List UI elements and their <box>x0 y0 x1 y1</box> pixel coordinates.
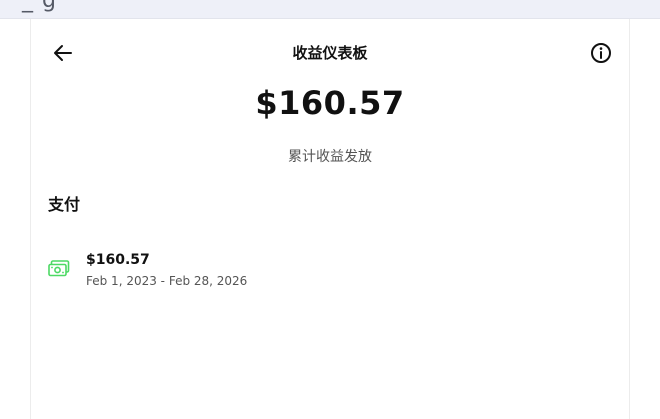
total-earnings-caption: 累计收益发放 <box>288 149 372 165</box>
info-button[interactable] <box>590 42 612 64</box>
page-title: 收益仪表板 <box>292 44 368 62</box>
payment-list-item[interactable]: $160.57 Feb 1, 2023 - Feb 28, 2026 <box>31 245 629 295</box>
earnings-card: 收益仪表板 $160.57 累计收益发放 支付 $160.57 Feb 1, 2… <box>30 19 630 419</box>
total-earnings-amount: $160.57 <box>255 84 405 122</box>
payments-heading: 支付 <box>48 195 81 214</box>
money-icon <box>48 260 70 277</box>
browser-partial-text: _ g <box>22 0 57 13</box>
info-circle-icon <box>591 43 611 63</box>
page-area: 收益仪表板 $160.57 累计收益发放 支付 $160.57 Feb 1, 2… <box>0 19 660 419</box>
browser-top-bar: _ g <box>0 0 660 19</box>
payment-amount: $160.57 <box>86 252 150 268</box>
payment-period: Feb 1, 2023 - Feb 28, 2026 <box>86 274 248 288</box>
